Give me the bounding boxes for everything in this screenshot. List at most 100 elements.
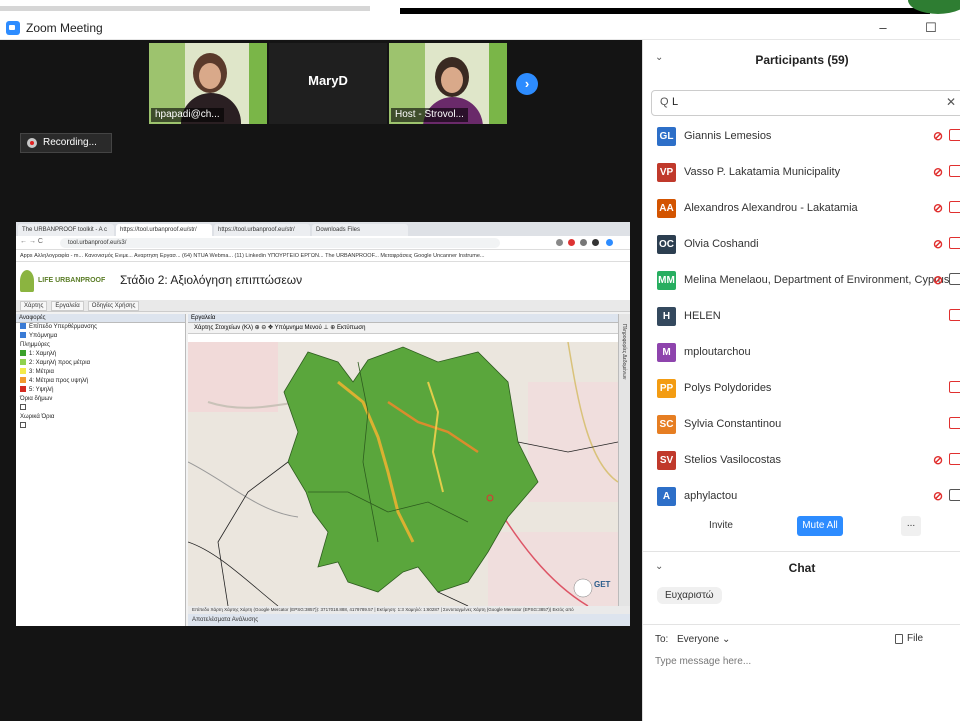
chat-input[interactable]: Type message here...	[655, 656, 751, 667]
mic-muted-icon[interactable]: ⊘	[933, 129, 943, 143]
title-bar: Zoom Meeting – ☐	[0, 16, 960, 40]
map-toolbar[interactable]: Χάρτης Στοιχείων (Κλ) ⊕ ⊖ ✥ Υπόμνημα Μεν…	[188, 323, 630, 334]
legend-label: 1: Χαμηλή	[29, 351, 57, 357]
participant-row[interactable]: VP Vasso P. Lakatamia Municipality ⊘	[643, 155, 960, 191]
participant-row[interactable]: AA Alexandros Alexandrou - Lakatamia ⊘	[643, 191, 960, 227]
avatar: VP	[657, 163, 676, 182]
browser-tab[interactable]: https://tool.urbanproof.eu/str/	[116, 224, 212, 236]
extra-layer-checkbox[interactable]	[16, 404, 185, 413]
checkbox[interactable]	[20, 404, 26, 410]
background-bar	[400, 8, 930, 14]
video-icon[interactable]	[949, 489, 960, 501]
extension-icon[interactable]	[580, 239, 587, 246]
map-status-bar: Επίπεδο Χάρτη Χάρτης Χάρτη (Google Merca…	[188, 606, 630, 614]
layer-item[interactable]: Επίπεδο Υπερθέρμανσης	[16, 323, 185, 332]
chat-title: Chat	[788, 561, 816, 575]
search-input[interactable]: L	[672, 96, 678, 108]
more-options-button[interactable]: ...	[901, 516, 921, 536]
clear-search-icon[interactable]: ✕	[946, 95, 956, 109]
video-off-icon[interactable]	[949, 201, 960, 213]
search-icon: Q	[660, 96, 669, 108]
app-tab[interactable]: Εργαλεία	[51, 301, 84, 311]
video-icon[interactable]	[949, 273, 960, 285]
extension-icon[interactable]	[592, 239, 599, 246]
legend-label: 5: Υψηλή	[29, 387, 54, 393]
thumbnail-name: MaryD	[308, 73, 348, 88]
checkbox[interactable]	[20, 422, 26, 428]
mic-muted-icon[interactable]: ⊘	[933, 237, 943, 251]
layer-item[interactable]: Υπόμνημα	[16, 332, 185, 341]
profile-icon[interactable]	[606, 239, 613, 246]
browser-tab[interactable]: The URBANPROOF toolkit - A c	[18, 224, 114, 236]
legend-swatch	[20, 359, 26, 365]
video-off-icon[interactable]	[949, 309, 960, 321]
avatar: MM	[657, 271, 676, 290]
to-label: To:	[655, 634, 669, 645]
mic-muted-icon[interactable]: ⊘	[933, 165, 943, 179]
mute-all-button[interactable]: Mute All	[797, 516, 843, 536]
chat-message: Ευχαριστώ	[657, 587, 722, 604]
app-tab[interactable]: Χάρτης	[20, 301, 48, 311]
participant-row[interactable]: Aaphylactou ⊘	[643, 479, 960, 515]
legend-item: 1: Χαμηλή	[16, 350, 185, 359]
extension-icon[interactable]	[568, 239, 575, 246]
url-field[interactable]: tool.urbanproof.eu/s3/	[60, 238, 500, 248]
participant-row[interactable]: SV Stelios Vasilocostas ⊘	[643, 443, 960, 479]
extra-layer-label: Όρια δήμων	[20, 396, 53, 402]
legend-swatch	[20, 386, 26, 392]
legend-item: 5: Υψηλή	[16, 386, 185, 395]
map-pane: Εργαλεία Χάρτης Στοιχείων (Κλ) ⊕ ⊖ ✥ Υπό…	[188, 314, 630, 626]
video-off-icon[interactable]	[949, 381, 960, 393]
recipient-dropdown[interactable]: Everyone ⌄	[677, 634, 730, 645]
participant-row[interactable]: PP Polys Polydorides	[643, 371, 960, 407]
participant-face	[199, 63, 221, 89]
browser-tab[interactable]: https://tool.urbanproof.eu/str/	[214, 224, 310, 236]
participant-row[interactable]: MM Melina Menelaou, Department of Environ…	[643, 263, 960, 299]
layer-label: Υπόμνημα	[29, 333, 58, 339]
app-tab[interactable]: Οδηγίες Χρήσης	[87, 301, 140, 311]
legend-title: Πλημμύρες	[20, 342, 50, 348]
map-canvas[interactable]: GET	[188, 342, 618, 606]
maximize-button[interactable]: ☐	[916, 18, 946, 38]
thumbnail-name: Host - Strovol...	[391, 108, 468, 122]
video-off-icon[interactable]	[949, 237, 960, 249]
invite-button[interactable]: Invite	[701, 516, 741, 536]
nav-arrows-icon[interactable]: ← → C	[20, 238, 43, 245]
video-off-icon[interactable]	[949, 453, 960, 465]
participant-row[interactable]: GL Giannis Lemesios ⊘	[643, 119, 960, 155]
participant-row[interactable]: H HELEN	[643, 299, 960, 335]
mic-muted-icon[interactable]: ⊘	[933, 273, 943, 287]
mic-muted-icon[interactable]: ⊘	[933, 489, 943, 503]
mic-muted-icon[interactable]: ⊘	[933, 453, 943, 467]
next-page-button[interactable]: ›	[516, 73, 538, 95]
participant-row[interactable]: SC Sylvia Constantinou	[643, 407, 960, 443]
recording-indicator[interactable]: Recording...	[20, 133, 112, 153]
legend-label: 2: Χαμηλή προς μέτρια	[29, 360, 91, 366]
video-off-icon[interactable]	[949, 165, 960, 177]
results-footer[interactable]: Αποτελέσματα Ανάλυσης	[188, 614, 630, 626]
video-thumbnail[interactable]: Host - Strovol...	[389, 43, 507, 124]
extension-icon[interactable]	[556, 239, 563, 246]
map-side-strip[interactable]: Πληροφορίες Δεδομένων	[618, 314, 630, 606]
browser-tab[interactable]: Downloads Files	[312, 224, 408, 236]
participant-row[interactable]: OC Olvia Coshandi ⊘	[643, 227, 960, 263]
participant-name: HELEN	[684, 310, 721, 322]
video-thumbnail[interactable]: hpapadi@ch... ✕	[149, 43, 267, 124]
bookmarks-bar[interactable]: Apps Αλληλογραφία - m... Κανονισμός Ενιμ…	[16, 250, 630, 262]
map-watermark: GET	[594, 580, 611, 589]
extra-layer-checkbox[interactable]	[16, 422, 185, 431]
participants-list: GL Giannis Lemesios ⊘ VP Vasso P. Lakatamia …	[643, 119, 960, 515]
file-button[interactable]: File	[907, 633, 923, 644]
video-thumbnail[interactable]: MaryD	[269, 43, 387, 124]
side-strip-label: Πληροφορίες Δεδομένων	[621, 324, 627, 380]
legend-swatch	[20, 368, 26, 374]
avatar: GL	[657, 127, 676, 146]
minimize-button[interactable]: –	[868, 18, 898, 38]
participant-search[interactable]: Q L ✕	[651, 90, 960, 116]
right-panel: ⌄ Participants (59) Q L ✕ GL Giannis Leme…	[642, 40, 960, 721]
participant-row[interactable]: Mmploutarchou	[643, 335, 960, 371]
mic-muted-icon[interactable]: ⊘	[933, 201, 943, 215]
app-tabs: Χάρτης Εργαλεία Οδηγίες Χρήσης	[16, 300, 630, 312]
video-off-icon[interactable]	[949, 417, 960, 429]
video-off-icon[interactable]	[949, 129, 960, 141]
